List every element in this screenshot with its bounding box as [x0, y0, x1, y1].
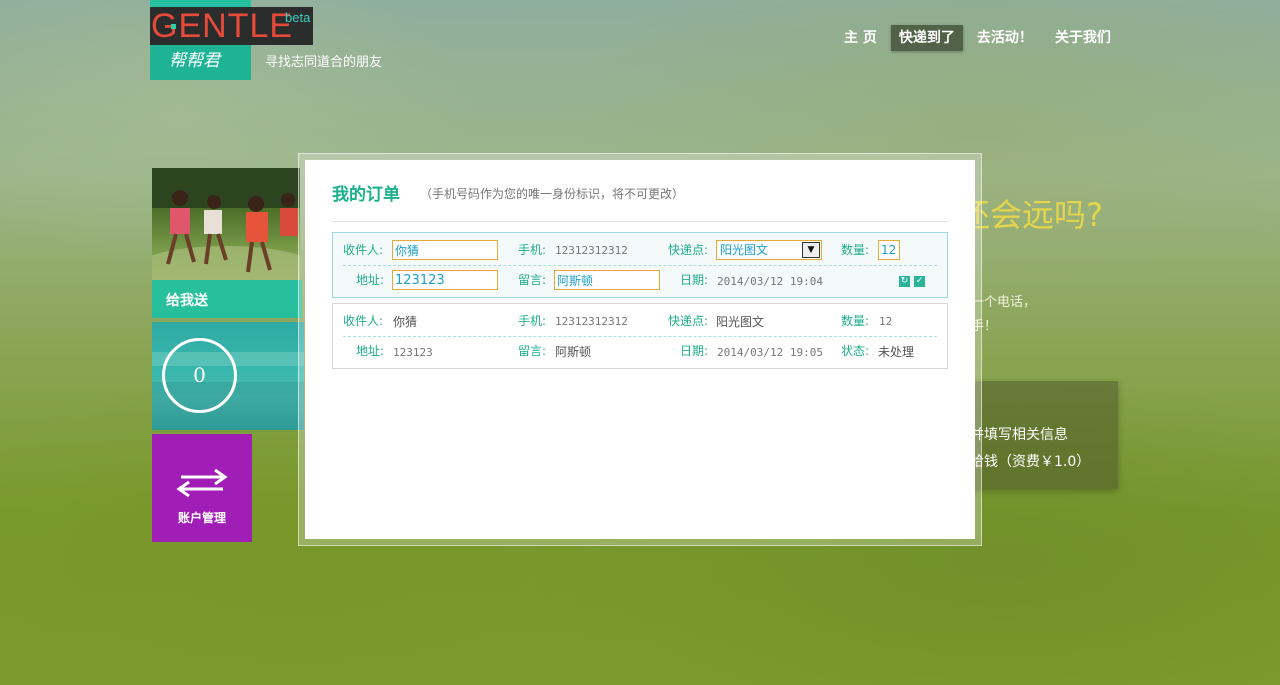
address-value: 123123	[393, 346, 433, 359]
logo-chinese-name: 帮帮君	[169, 51, 220, 71]
recipient-label: 收件人:	[343, 314, 384, 328]
confirm-check-icon[interactable]: ✓	[914, 276, 925, 287]
pickup-select[interactable]: 阳光图文 ▼	[716, 240, 822, 260]
deliver-to-me-tile[interactable]: 给我送	[152, 280, 302, 318]
pickup-selected-value: 阳光图文	[720, 243, 769, 257]
pickup-value: 阳光图文	[716, 315, 765, 329]
date-value: 2014/03/12 19:05	[717, 346, 823, 359]
row-divider	[343, 336, 937, 337]
account-management-label: 账户管理	[177, 511, 226, 525]
order-count-circle: 0	[162, 338, 237, 413]
order-card: 收件人: 你猜 手机: 12312312312 快递点: 阳光图文 数量: 12…	[332, 303, 948, 369]
account-management-tile[interactable]: 账户管理	[152, 434, 252, 542]
editable-order-card: 收件人: 手机: 12312312312 快递点: 阳光图文 ▼ 数量: 地址:…	[332, 232, 948, 298]
message-label: 留言:	[518, 273, 547, 287]
recipient-value: 你猜	[393, 315, 418, 329]
logo-dot	[171, 24, 176, 29]
phone-value: 12312312312	[555, 244, 628, 257]
status-value: 未处理	[878, 345, 915, 359]
panel-divider	[332, 221, 948, 222]
background-box-line2: 给钱（资费￥1.0）	[970, 454, 1091, 470]
phone-label: 手机:	[518, 243, 547, 257]
nav-item-home[interactable]: 主 页	[836, 25, 885, 51]
logo-top-strip	[150, 0, 251, 7]
quantity-label: 数量:	[841, 243, 870, 257]
message-value: 阿斯顿	[555, 345, 592, 359]
message-input[interactable]	[554, 270, 660, 290]
recipient-input[interactable]	[392, 240, 498, 260]
nav-item-about[interactable]: 关于我们	[1047, 25, 1119, 51]
kids-running-illustration	[152, 168, 300, 280]
site-slogan: 寻找志同道合的朋友	[265, 55, 383, 70]
address-input[interactable]	[392, 270, 498, 290]
nav-item-express[interactable]: 快递到了	[890, 25, 963, 51]
address-label: 地址:	[356, 273, 385, 287]
message-label: 留言:	[518, 344, 547, 358]
phone-value: 12312312312	[555, 315, 628, 328]
main-nav: 主 页 快递到了 去活动！ 关于我们	[836, 25, 1125, 51]
logo-beta-tag: beta	[285, 10, 311, 25]
status-label: 状态:	[841, 344, 870, 358]
row-divider	[343, 265, 937, 266]
swap-arrows-icon	[176, 468, 228, 498]
quantity-value: 12	[879, 315, 893, 328]
refresh-icon[interactable]: ↻	[899, 276, 910, 287]
date-label: 日期:	[680, 273, 709, 287]
page-title: 我的订单	[332, 185, 400, 205]
address-label: 地址:	[356, 344, 385, 358]
phone-label: 手机:	[518, 314, 547, 328]
date-label: 日期:	[680, 344, 709, 358]
quantity-input[interactable]	[878, 240, 900, 260]
recipient-label: 收件人:	[343, 243, 384, 257]
date-value: 2014/03/12 19:04	[717, 275, 823, 288]
chevron-down-icon[interactable]: ▼	[802, 242, 820, 258]
pickup-label: 快递点:	[668, 314, 709, 328]
pickup-label: 快递点:	[668, 243, 709, 257]
nav-item-activities[interactable]: 去活动！	[969, 25, 1041, 51]
quantity-label: 数量:	[841, 314, 870, 328]
phone-id-note: （手机号码作为您的唯一身份标识，将不可更改）	[420, 187, 685, 201]
background-box-line1: 并填写相关信息	[970, 427, 1068, 443]
kids-running-photo[interactable]	[152, 168, 300, 280]
